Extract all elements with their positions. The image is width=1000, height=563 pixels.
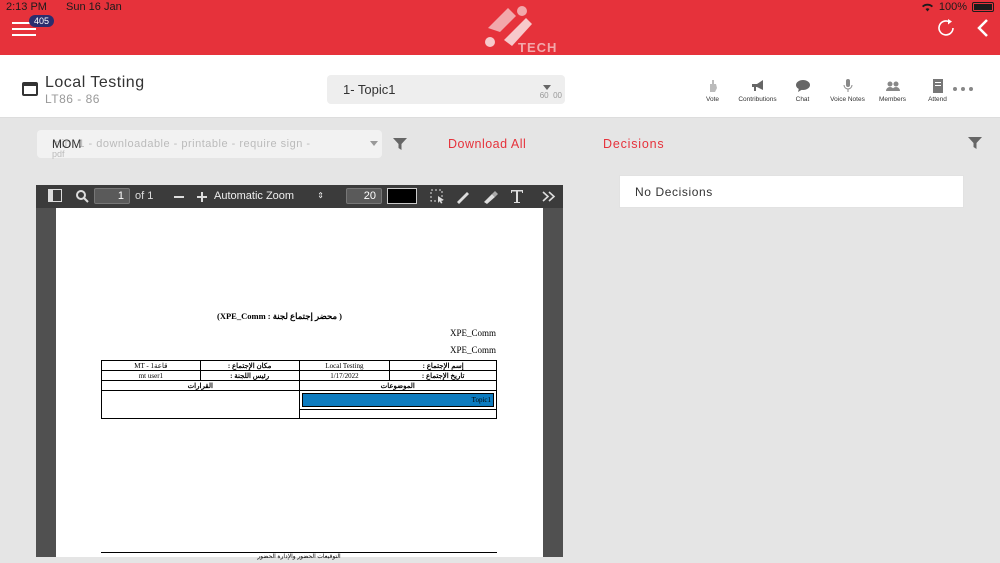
table-header: القرارات xyxy=(101,380,300,391)
decisions-filter-icon[interactable] xyxy=(968,137,982,149)
document-line-2: XPE_Comm xyxy=(449,345,496,355)
battery-percent: 100% xyxy=(938,1,967,13)
table-cell: تاريخ الإجتماع : xyxy=(389,370,497,381)
status-bar-right: 100% xyxy=(921,1,994,13)
color-picker[interactable] xyxy=(387,188,417,204)
chat-icon xyxy=(795,80,810,92)
wifi-icon xyxy=(921,3,933,12)
meeting-toolbar: Vote Contributions Chat Voice Notes Memb… xyxy=(690,79,960,103)
topic-counter: 60 00 xyxy=(539,91,562,100)
table-header: الموضوعات xyxy=(298,380,497,391)
mom-dropdown[interactable]: min. 1 - downloadable - printable - requ… xyxy=(37,130,382,159)
page-total: of 1 xyxy=(135,190,154,202)
table-cell: 1/17/2022 xyxy=(298,370,391,381)
mom-label: MOM xyxy=(52,137,82,151)
app-header: 2:13 PM Sun 16 Jan 100% 405 TECH xyxy=(0,0,1000,55)
members-button[interactable]: Members xyxy=(870,79,915,103)
download-all-button[interactable]: Download All xyxy=(448,137,526,151)
no-decisions-card: No Decisions xyxy=(619,175,964,208)
chevron-down-icon xyxy=(543,85,551,90)
document-title: ( محضر إجتماع لجنة : XPE_Comm) xyxy=(217,311,342,321)
font-size-input[interactable]: 20 xyxy=(346,188,382,204)
meeting-info-table: MT - قاعة1 مكان الإجتماع : Local Testing… xyxy=(101,360,497,419)
decisions-tab[interactable]: Decisions xyxy=(603,137,664,151)
more-options-icon[interactable] xyxy=(953,87,973,91)
table-cell: MT - قاعة1 xyxy=(101,360,201,371)
calendar-icon xyxy=(22,82,38,96)
refresh-icon[interactable] xyxy=(936,18,958,38)
notification-badge: 405 xyxy=(29,15,55,27)
filter-icon[interactable] xyxy=(393,138,407,150)
meeting-title: Local Testing xyxy=(45,74,145,91)
signatures-heading: التوقيعات الحضور والإدارة الحضور xyxy=(101,552,497,560)
vote-hand-icon xyxy=(709,80,717,92)
pen-icon[interactable] xyxy=(455,189,471,204)
highlighter-icon[interactable] xyxy=(482,189,498,204)
table-cell: مكان الإجتماع : xyxy=(199,360,300,371)
vote-button[interactable]: Vote xyxy=(690,79,735,103)
table-cell: Local Testing xyxy=(298,360,391,371)
chat-button[interactable]: Chat xyxy=(780,79,825,103)
table-row: MT - قاعة1 مكان الإجتماع : Local Testing… xyxy=(101,360,497,371)
microphone-icon xyxy=(843,79,852,92)
status-date: Sun 16 Jan xyxy=(66,1,122,13)
pdf-toolbar: 1 of 1 Automatic Zoom ⇕ 20 xyxy=(36,185,563,208)
table-row: القرارات الموضوعات xyxy=(101,380,497,391)
search-icon[interactable] xyxy=(75,189,89,203)
sidebar-toggle-icon[interactable] xyxy=(48,189,62,202)
status-bar-left: 2:13 PM Sun 16 Jan xyxy=(6,1,138,13)
double-chevron-right-icon[interactable] xyxy=(542,191,556,202)
zoom-in-icon[interactable] xyxy=(196,191,208,203)
pdf-page: ( محضر إجتماع لجنة : XPE_Comm) XPE_Comm … xyxy=(56,208,543,560)
attend-button[interactable]: Attend xyxy=(915,79,960,103)
pdf-viewer: 1 of 1 Automatic Zoom ⇕ 20 ( محضر إجتماع… xyxy=(36,185,563,560)
members-icon xyxy=(885,81,900,91)
meeting-subtitle: LT86 - 86 xyxy=(45,92,100,106)
mom-placeholder: min. 1 - downloadable - printable - requ… xyxy=(52,138,311,150)
select-tool-icon[interactable] xyxy=(430,189,445,204)
topic-selected: 1- Topic1 xyxy=(343,82,396,97)
topic-dropdown[interactable]: 1- Topic1 60 00 xyxy=(327,75,565,104)
chevron-down-icon xyxy=(370,141,378,146)
updown-icon: ⇕ xyxy=(317,191,324,200)
table-row: mt user1 رئيس اللجنة : 1/17/2022 تاريخ ا… xyxy=(101,370,497,381)
table-cell: رئيس اللجنة : xyxy=(199,370,300,381)
zoom-select[interactable]: Automatic Zoom ⇕ xyxy=(214,188,329,204)
topic-cell: Topic1 xyxy=(298,390,497,410)
page-number-input[interactable]: 1 xyxy=(94,188,130,204)
zoom-out-icon[interactable] xyxy=(173,191,185,203)
status-time: 2:13 PM xyxy=(6,1,47,13)
zoom-value: Automatic Zoom xyxy=(214,190,295,202)
voice-notes-button[interactable]: Voice Notes xyxy=(825,79,870,103)
table-row: Topic1 xyxy=(101,390,497,419)
megaphone-icon xyxy=(751,80,763,91)
table-cell xyxy=(101,390,300,419)
meeting-header: Local Testing LT86 - 86 1- Topic1 60 00 … xyxy=(0,55,1000,118)
document-line-1: XPE_Comm xyxy=(449,328,496,338)
back-icon[interactable] xyxy=(976,18,990,38)
battery-icon xyxy=(972,2,994,12)
header-actions xyxy=(936,18,990,38)
contributions-button[interactable]: Contributions xyxy=(735,79,780,103)
table-cell: mt user1 xyxy=(101,370,201,381)
table-cell: إسم الإجتماع : xyxy=(389,360,497,371)
logo-text: TECH xyxy=(518,40,558,55)
text-tool-icon[interactable] xyxy=(510,189,524,204)
table-cell xyxy=(298,409,497,419)
attend-icon xyxy=(932,79,943,93)
